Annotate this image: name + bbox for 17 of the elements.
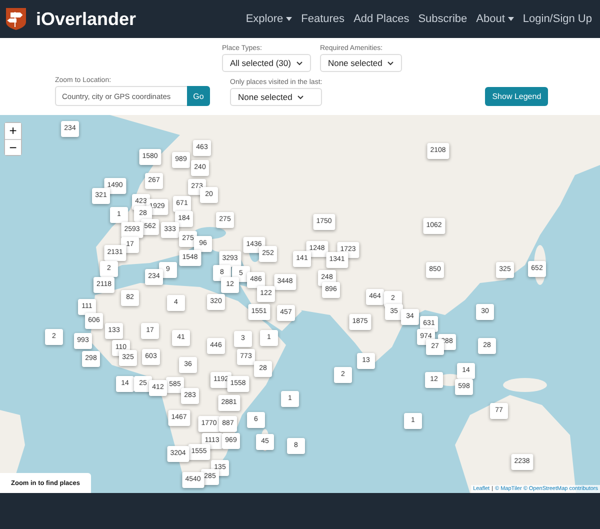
place-types-dropdown[interactable]: All selected (30) (222, 54, 311, 72)
nav-link[interactable]: Explore (246, 13, 292, 25)
go-button[interactable]: Go (187, 86, 210, 106)
nav-link[interactable]: Add Places (354, 13, 410, 25)
show-legend-button[interactable]: Show Legend (485, 87, 548, 106)
brand-name[interactable]: iOverlander (36, 8, 237, 30)
logo-icon[interactable] (5, 7, 27, 31)
chevron-down-icon (296, 60, 303, 66)
nav-link[interactable]: Features (301, 13, 345, 25)
nav-link[interactable]: Login/Sign Up (522, 13, 592, 25)
chevron-down-icon (387, 60, 394, 66)
zoom-out-button[interactable]: − (5, 139, 21, 155)
nav-link[interactable]: Subscribe (418, 13, 468, 25)
chevron-down-icon (297, 94, 304, 100)
amenities-dropdown[interactable]: None selected (320, 54, 402, 72)
visited-dropdown[interactable]: None selected (230, 88, 322, 106)
nav-link[interactable]: About (476, 13, 514, 25)
